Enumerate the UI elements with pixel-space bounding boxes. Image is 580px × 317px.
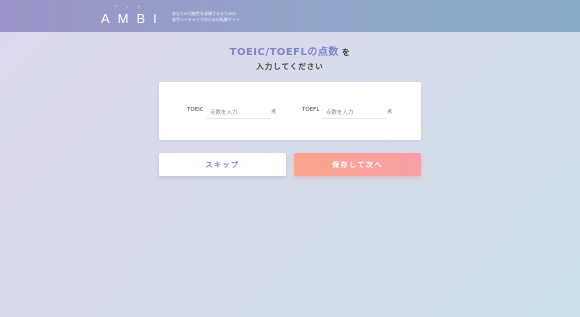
toefl-input[interactable] (322, 105, 386, 119)
skip-button[interactable]: スキップ (159, 153, 286, 176)
toefl-label: TOEFL (302, 107, 320, 113)
tagline-line2: 若手ハイキャリアのための転職サイト (172, 17, 240, 22)
toeic-unit: 点 (271, 109, 277, 115)
page-title-line1: TOEIC/TOEFLの点数を (0, 46, 580, 59)
logo[interactable]: AMBI (101, 11, 165, 27)
page-title-suffix: を (341, 48, 351, 57)
page-title-line2: 入力してください (256, 62, 324, 71)
save-and-next-button[interactable]: 保存して次へ (294, 153, 421, 176)
header-bar: アンビ AMBI あなたの可能性を発揮させるための 若手ハイキャリアのための転職… (0, 0, 580, 32)
score-card: TOEIC 点 TOEFL 点 (159, 82, 421, 140)
page-title: TOEIC/TOEFLの点数を 入力してください (0, 46, 580, 73)
tagline: あなたの可能性を発揮させるための 若手ハイキャリアのための転職サイト (172, 11, 282, 23)
toeic-label: TOEIC (187, 107, 204, 113)
toeic-input[interactable] (206, 105, 270, 119)
page-title-highlight: TOEIC/TOEFLの点数 (229, 47, 339, 58)
toefl-unit: 点 (387, 109, 393, 115)
logo-ruby: アンビ (114, 5, 150, 9)
